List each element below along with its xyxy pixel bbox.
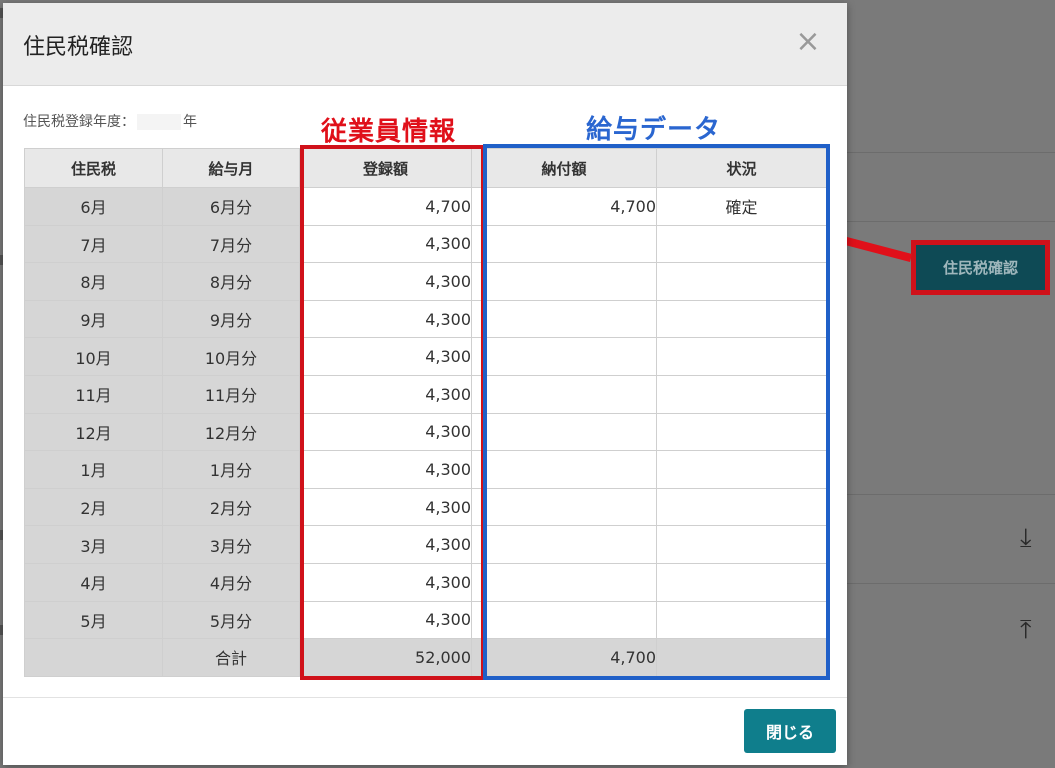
cell-resident-month: 10月 — [24, 337, 163, 376]
cell-pay-month: 3月分 — [162, 525, 300, 564]
cell-pay-month: 4月分 — [162, 562, 300, 602]
col-header-pay-month: 給与月 — [162, 148, 300, 188]
col-header-resident-tax: 住民税 — [24, 148, 163, 188]
year-row: 住民税登録年度： 年 — [23, 111, 197, 131]
payroll-data-highlight — [483, 144, 830, 680]
dialog-header: 住民税確認 × — [3, 3, 847, 86]
download-icon[interactable]: ⤓ — [1020, 525, 1032, 551]
close-icon[interactable]: × — [795, 27, 821, 57]
side-button-highlight: 住民税確認 — [911, 240, 1050, 295]
cell-pay-month: 6月分 — [162, 187, 300, 226]
dialog-footer-divider — [3, 697, 847, 698]
total-cell-resident-month — [24, 638, 163, 677]
year-value-masked — [137, 114, 181, 130]
cell-resident-month: 1月 — [24, 450, 163, 489]
close-button[interactable]: 閉じる — [744, 709, 836, 753]
cell-resident-month: 3月 — [24, 525, 163, 564]
cell-pay-month: 5月分 — [162, 600, 300, 640]
cell-resident-month: 4月 — [24, 562, 163, 602]
cell-resident-month: 2月 — [24, 487, 163, 527]
total-cell-pay-month: 合計 — [162, 638, 300, 677]
cell-resident-month: 7月 — [24, 224, 163, 264]
cell-pay-month: 9月分 — [162, 299, 300, 339]
cell-pay-month: 12月分 — [162, 412, 300, 452]
cell-resident-month: 6月 — [24, 187, 163, 226]
year-label: 住民税登録年度： — [23, 114, 135, 130]
upload-icon[interactable]: ⤒ — [1020, 617, 1032, 643]
cell-pay-month: 8月分 — [162, 262, 300, 301]
cell-pay-month: 7月分 — [162, 224, 300, 264]
cell-pay-month: 2月分 — [162, 487, 300, 527]
bg-divider — [847, 494, 1055, 495]
bg-divider — [847, 152, 1055, 153]
bg-divider — [847, 583, 1055, 584]
year-suffix: 年 — [183, 114, 197, 130]
employee-info-annotation: 従業員情報 — [321, 117, 457, 147]
cell-resident-month: 12月 — [24, 412, 163, 452]
cell-pay-month: 1月分 — [162, 450, 300, 489]
dialog-title: 住民税確認 — [23, 35, 134, 60]
payroll-data-annotation: 給与データ — [586, 115, 722, 145]
resident-tax-confirm-button[interactable]: 住民税確認 — [916, 245, 1045, 290]
resident-tax-dialog: 住民税確認 × 住民税登録年度：年 従業員情報 給与データ 住民税 給与月 登録… — [3, 3, 847, 765]
cell-pay-month: 11月分 — [162, 374, 300, 414]
cell-resident-month: 11月 — [24, 374, 163, 414]
employee-info-highlight — [300, 145, 485, 680]
cell-resident-month: 8月 — [24, 262, 163, 301]
cell-pay-month: 10月分 — [162, 337, 300, 376]
cell-resident-month: 5月 — [24, 600, 163, 640]
cell-resident-month: 9月 — [24, 299, 163, 339]
